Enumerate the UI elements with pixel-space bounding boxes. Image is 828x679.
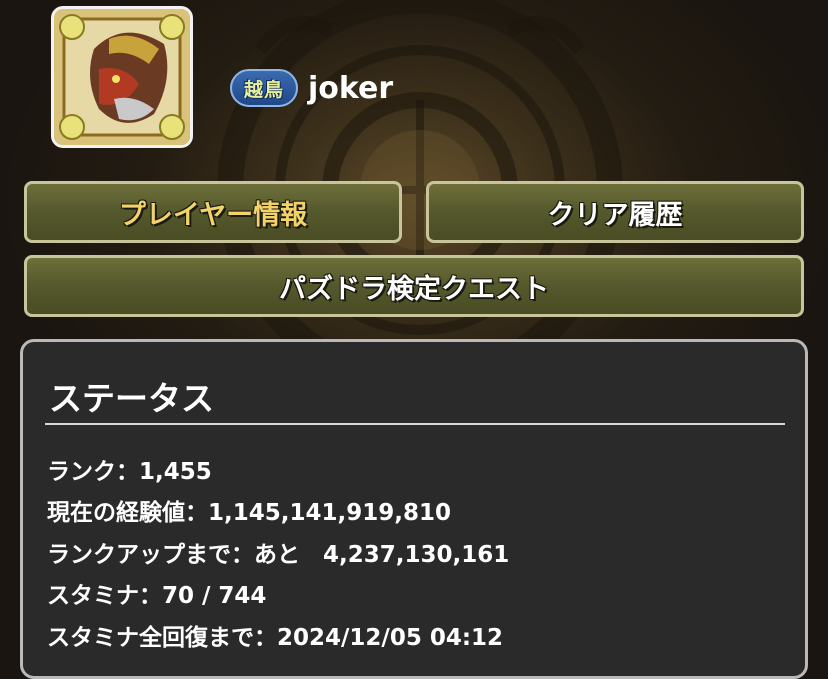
player-name-row: 越鳥 joker	[230, 68, 393, 108]
rank-value: ランク：1,455	[47, 459, 212, 485]
title-badge: 越鳥	[230, 69, 298, 107]
tab-player-info[interactable]: プレイヤー情報	[24, 181, 402, 243]
status-divider	[45, 423, 785, 425]
tab-exam-quest[interactable]: パズドラ検定クエスト	[24, 255, 804, 317]
dragon-monster-icon	[54, 9, 190, 145]
tab-clear-history[interactable]: クリア履歴	[426, 181, 804, 243]
player-avatar[interactable]	[51, 6, 193, 148]
player-name: joker	[308, 70, 394, 106]
stamina-value: スタミナ：70 / 744	[47, 583, 267, 609]
status-title: ステータス	[49, 379, 214, 418]
stamina-full-recovery-value: スタミナ全回復まで：2024/12/05 04:12	[47, 625, 504, 651]
next-rank-value: ランクアップまで：あと 4,237,130,161	[47, 542, 510, 568]
status-panel: ステータス ランク：1,455 現在の経験値：1,145,141,919,810…	[20, 339, 808, 679]
experience-value: 現在の経験値：1,145,141,919,810	[47, 500, 451, 526]
